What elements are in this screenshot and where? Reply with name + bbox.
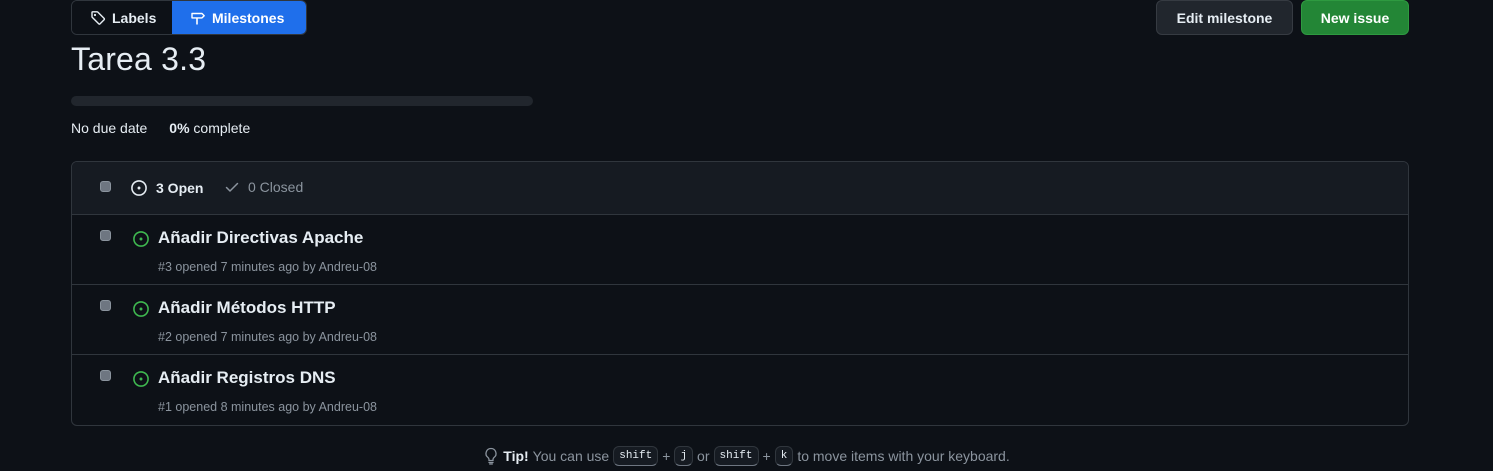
milestones-tab-label: Milestones (212, 9, 285, 26)
due-date-text: No due date (71, 120, 148, 136)
tag-icon (90, 10, 106, 26)
new-issue-button[interactable]: New issue (1301, 0, 1409, 35)
issue-by: by (302, 330, 316, 344)
k-key: k (774, 446, 794, 466)
issue-title-link[interactable]: Añadir Directivas Apache (158, 228, 363, 248)
closed-count: 0 Closed (248, 179, 304, 195)
issue-by: by (302, 260, 316, 274)
issue-opened-icon (132, 370, 150, 388)
issue-opened-icon (132, 300, 150, 318)
issues-list-box: 3 Open 0 Closed Añadir Directivas Apache… (71, 161, 1409, 426)
issue-row: Añadir Métodos HTTP #2 opened 7 minutes … (72, 285, 1408, 355)
issue-meta: #3 opened 7 minutes ago by Andreu-08 (158, 260, 377, 274)
milestone-meta: No due date 0% complete (71, 120, 250, 136)
completion-label: complete (193, 120, 251, 136)
or-text: or (697, 448, 710, 464)
issue-author-link[interactable]: Andreu-08 (319, 330, 377, 344)
issue-meta: #1 opened 8 minutes ago by Andreu-08 (158, 400, 377, 414)
tip-text-after: to move items with your keyboard. (797, 448, 1010, 464)
completion-text: 0% complete (169, 120, 250, 136)
tip-label: Tip! (503, 448, 529, 464)
light-bulb-icon (483, 447, 499, 465)
select-all-checkbox[interactable] (100, 181, 111, 192)
issue-checkbox[interactable] (100, 370, 111, 381)
completion-percent: 0% (169, 120, 190, 136)
shift-key: shift (713, 446, 759, 466)
issue-number: #1 (158, 400, 172, 414)
labels-tab-label: Labels (112, 9, 157, 26)
issues-list-header: 3 Open 0 Closed (72, 162, 1408, 215)
issue-opened-icon (130, 179, 148, 197)
issue-by: by (302, 400, 316, 414)
issue-row: Añadir Directivas Apache #3 opened 7 min… (72, 215, 1408, 285)
milestones-tab[interactable]: Milestones (172, 1, 306, 34)
issue-opened-time: opened 7 minutes ago (175, 260, 300, 274)
shift-key: shift (613, 446, 659, 466)
closed-issues-filter[interactable]: 0 Closed (224, 179, 303, 195)
issue-opened-time: opened 7 minutes ago (175, 330, 300, 344)
open-count: 3 Open (156, 180, 204, 196)
issue-row: Añadir Registros DNS #1 opened 8 minutes… (72, 355, 1408, 425)
issue-title-link[interactable]: Añadir Métodos HTTP (158, 298, 336, 318)
plus-sign: + (762, 448, 771, 464)
edit-milestone-button[interactable]: Edit milestone (1156, 0, 1293, 35)
issue-number: #2 (158, 330, 172, 344)
issues-subnav: Labels Milestones (71, 0, 307, 35)
issue-checkbox[interactable] (100, 230, 111, 241)
issue-checkbox[interactable] (100, 300, 111, 311)
tip-text-before: You can use (532, 448, 610, 464)
milestone-icon (190, 10, 206, 26)
j-key: j (674, 446, 694, 466)
milestone-progress-bar (71, 96, 533, 106)
check-icon (224, 179, 240, 195)
issue-number: #3 (158, 260, 172, 274)
issue-author-link[interactable]: Andreu-08 (319, 400, 377, 414)
plus-sign: + (662, 448, 671, 464)
issue-opened-time: opened 8 minutes ago (175, 400, 300, 414)
keyboard-tip: Tip! You can use shift + j or shift + k to m… (0, 446, 1493, 468)
issue-title-link[interactable]: Añadir Registros DNS (158, 368, 336, 388)
labels-tab[interactable]: Labels (72, 1, 172, 34)
issue-opened-icon (132, 230, 150, 248)
open-issues-filter[interactable]: 3 Open (130, 179, 203, 197)
milestone-title: Tarea 3.3 (71, 41, 207, 77)
issue-author-link[interactable]: Andreu-08 (319, 260, 377, 274)
issue-meta: #2 opened 7 minutes ago by Andreu-08 (158, 330, 377, 344)
